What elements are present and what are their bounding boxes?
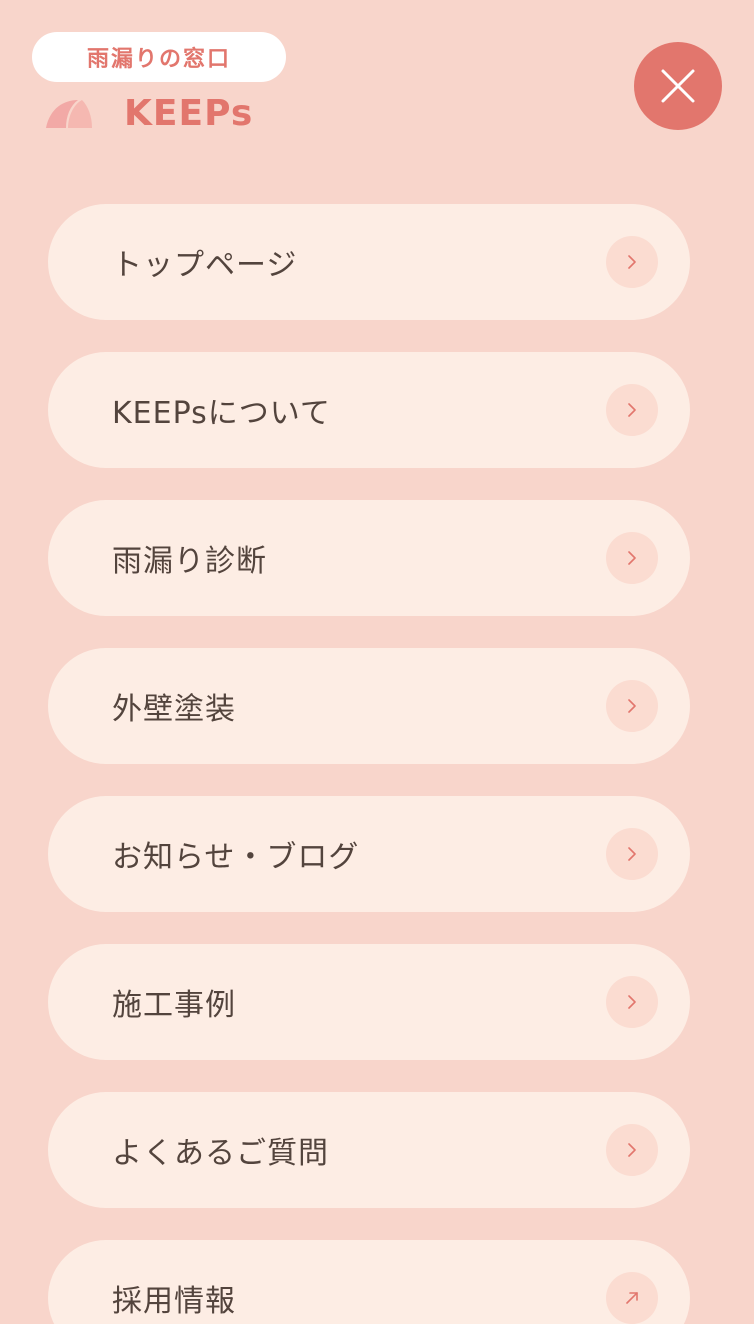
chevron-right-icon [606, 1124, 658, 1176]
menu-item-label: 施工事例 [112, 988, 236, 1023]
chevron-right-icon [606, 976, 658, 1028]
chevron-right-icon [606, 236, 658, 288]
chevron-right-icon [606, 532, 658, 584]
logo-tagline-pill[interactable]: 雨漏りの窓口 [32, 32, 286, 82]
menu-item-about-keeps[interactable]: KEEPsについて [48, 352, 690, 468]
brand-logo[interactable]: KEEPs [124, 90, 253, 138]
close-menu-button[interactable] [634, 42, 722, 130]
menu-item-label: 雨漏り診断 [112, 544, 267, 579]
menu-item-top-page[interactable]: トップページ [48, 204, 690, 320]
menu-item-faq[interactable]: よくあるご質問 [48, 1092, 690, 1208]
close-icon [661, 69, 695, 103]
menu-item-label: 採用情報 [112, 1284, 236, 1319]
logo-tagline: 雨漏りの窓口 [86, 47, 231, 72]
menu-item-label: 外壁塗装 [112, 692, 236, 727]
menu-item-case-studies[interactable]: 施工事例 [48, 944, 690, 1060]
external-link-arrow-icon [606, 1272, 658, 1324]
chevron-right-icon [606, 828, 658, 880]
menu-item-label: KEEPsについて [112, 396, 331, 431]
menu-item-leak-inspection[interactable]: 雨漏り診断 [48, 500, 690, 616]
menu-item-recruitment[interactable]: 採用情報 [48, 1240, 690, 1324]
menu-item-news-blog[interactable]: お知らせ・ブログ [48, 796, 690, 912]
chevron-right-icon [606, 680, 658, 732]
umbrella-logo-icon [46, 100, 92, 128]
menu-item-label: よくあるご質問 [112, 1136, 329, 1171]
menu-item-label: お知らせ・ブログ [112, 840, 360, 875]
menu-item-exterior-painting[interactable]: 外壁塗装 [48, 648, 690, 764]
chevron-right-icon [606, 384, 658, 436]
menu-item-label: トップページ [112, 248, 298, 283]
mobile-menu-screen: 雨漏りの窓口 KEEPs トップページ KEEPsについて 雨漏り診断 外壁塗装… [0, 0, 754, 1324]
nav-menu: トップページ KEEPsについて 雨漏り診断 外壁塗装 お知らせ・ブログ 施工事… [48, 204, 690, 1324]
